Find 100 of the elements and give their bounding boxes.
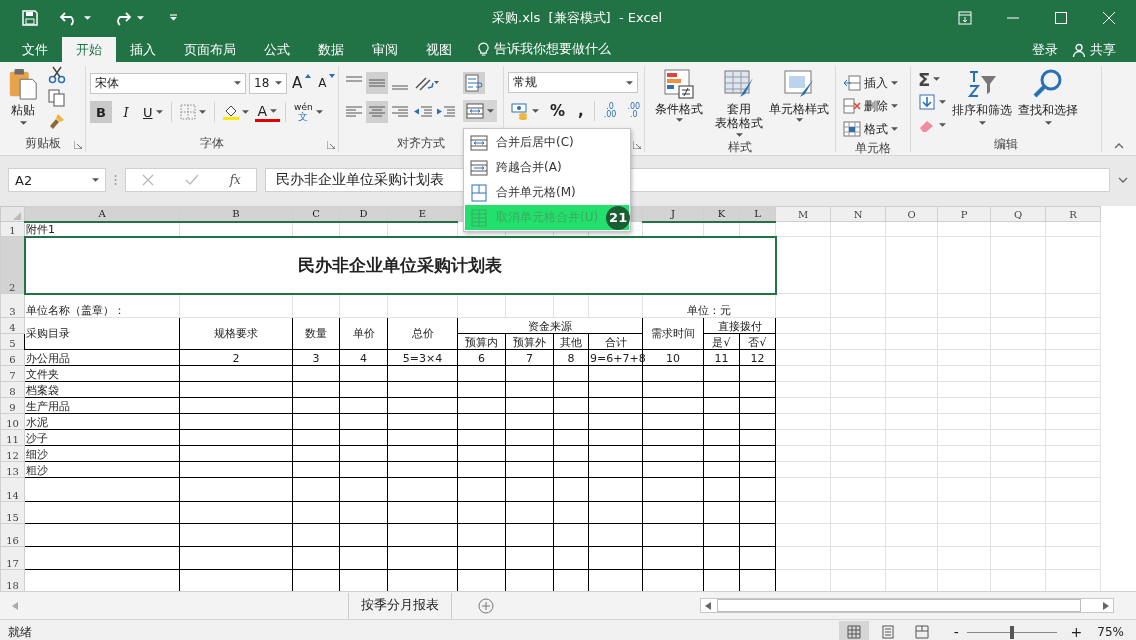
ribbon-tab[interactable]: 视图 [412,37,466,62]
style-button[interactable]: 单元格样式 [769,66,829,125]
font-name-field[interactable]: 宋体 [90,72,246,94]
sign-in-link[interactable]: 登录 [1032,40,1058,59]
underline-button[interactable]: U [140,101,166,123]
table-cell: 附件1 [24,221,180,237]
table-cell: 档案袋 [24,381,180,398]
menu-item[interactable]: 合并后居中(C) [465,130,629,155]
number-format-field[interactable]: 常规 [508,72,638,93]
sheet-tab[interactable]: 按季分月报表 [348,592,452,619]
bold-button[interactable]: B [90,101,112,123]
step-badge: 21 [606,205,631,230]
table-cell: 5=3×4 [387,349,458,366]
sheet-title: 民办非企业单位采购计划表 [24,236,776,294]
table-cell: 7 [505,349,554,366]
table-cell: 11 [703,349,740,366]
table-cell: 资金来源 [457,317,643,334]
table-cell: 6 [457,349,506,366]
editing-button[interactable]: 查找和选择 [1015,66,1081,127]
table-cell: 水泥 [24,413,180,430]
column-header[interactable]: E [387,206,458,222]
table-cell: 单位：元 [642,293,776,318]
paste-button[interactable]: 粘贴 [4,66,42,127]
style-button[interactable]: 条件格式 [649,66,709,125]
table-cell: 其他 [553,333,589,350]
column-header[interactable]: N [830,206,886,222]
group-label: 单元格 [855,140,891,157]
table-cell: 直接拨付 [703,317,776,334]
autosum-button[interactable]: Σ [915,68,949,90]
row-header[interactable]: 3 [0,293,25,318]
group-label: 字体 [200,134,224,152]
table-cell: 需求时间 [642,317,704,350]
column-header[interactable]: Q [990,206,1046,222]
grow-font-button[interactable]: A [290,72,314,94]
column-header[interactable]: D [339,206,388,222]
tell-me-search[interactable]: 告诉我你想要做什么 [494,41,611,58]
name-box[interactable]: A2 [8,168,106,192]
column-header[interactable]: A [24,206,180,222]
decrease-decimal-button[interactable]: .00 .0 [623,100,645,122]
ribbon-tab[interactable]: 文件 [8,37,62,62]
table-cell: 3 [292,349,340,366]
cells-command-button[interactable]: 插入 [840,72,901,94]
ribbon-tab[interactable]: 页面布局 [170,37,250,62]
window-title: 采购.xls [兼容模式] - Excel [492,8,663,27]
table-cell: 采购目录 [24,317,180,350]
share-button[interactable]: 共享 [1072,40,1116,59]
insert-function-button[interactable]: fx [229,173,241,187]
percent-button[interactable]: % [545,100,571,122]
ribbon-tab[interactable]: 公式 [250,37,304,62]
ribbon-tab[interactable]: 插入 [116,37,170,62]
cells-command-button[interactable]: 格式 [840,118,901,140]
row-header[interactable]: 15 [0,501,25,524]
row-header[interactable]: 2 [0,236,25,294]
column-header[interactable]: M [775,206,831,222]
table-cell: 生产用品 [24,397,180,414]
zoom-out-button[interactable]: - [949,624,964,640]
column-header[interactable]: J [642,206,704,222]
editing-button[interactable]: 排序和筛选 [949,66,1015,127]
row-header[interactable]: 16 [0,523,25,547]
status-text: 就绪 [8,623,32,640]
table-cell: 沙子 [24,429,180,446]
row-header[interactable]: 18 [0,569,25,591]
table-cell: 2 [179,349,293,366]
table-cell: 是√ [703,333,740,350]
group-label: 编辑 [994,136,1018,153]
increase-decimal-button[interactable]: .0 .00 [599,100,621,122]
row-header[interactable]: 14 [0,477,25,502]
ribbon-tab[interactable]: 审阅 [358,37,412,62]
table-cell: 12 [739,349,776,366]
column-header[interactable]: R [1045,206,1101,222]
column-header[interactable]: B [179,206,293,222]
row-header[interactable]: 17 [0,546,25,570]
phonetic-button[interactable]: wén 文 [291,101,326,123]
table-cell: 文件夹 [24,365,180,382]
style-button[interactable]: 套用 表格格式 [709,66,769,139]
column-header[interactable]: O [885,206,938,222]
ribbon-tab[interactable]: 数据 [304,37,358,62]
table-cell: 粗沙 [24,461,180,478]
zoom-in-button[interactable]: + [1069,624,1084,640]
table-cell: 总价 [387,317,458,350]
table-cell: 预算内 [457,333,506,350]
group-label: 样式 [728,138,752,156]
table-cell: 4 [339,349,388,366]
italic-button[interactable]: I [115,101,137,123]
font-color-button[interactable]: A [254,102,281,122]
zoom-level[interactable]: 75% [1097,625,1124,639]
column-header[interactable]: P [937,206,991,222]
ribbon-tab[interactable]: 开始 [62,37,116,62]
group-label: 对齐方式 [397,134,445,152]
table-cell: 细沙 [24,445,180,462]
shrink-font-button[interactable]: A [316,72,338,94]
column-header[interactable]: L [739,206,776,222]
column-header[interactable]: C [292,206,340,222]
table-cell: 单价 [339,317,388,350]
table-cell: 单位名称（盖章）： [24,293,180,318]
cells-command-button[interactable]: 删除 [840,95,901,117]
table-cell: 办公用品 [24,349,180,366]
column-header[interactable]: K [703,206,740,222]
font-size-field[interactable]: 18 [249,72,287,94]
comma-button[interactable]: , [573,100,589,122]
